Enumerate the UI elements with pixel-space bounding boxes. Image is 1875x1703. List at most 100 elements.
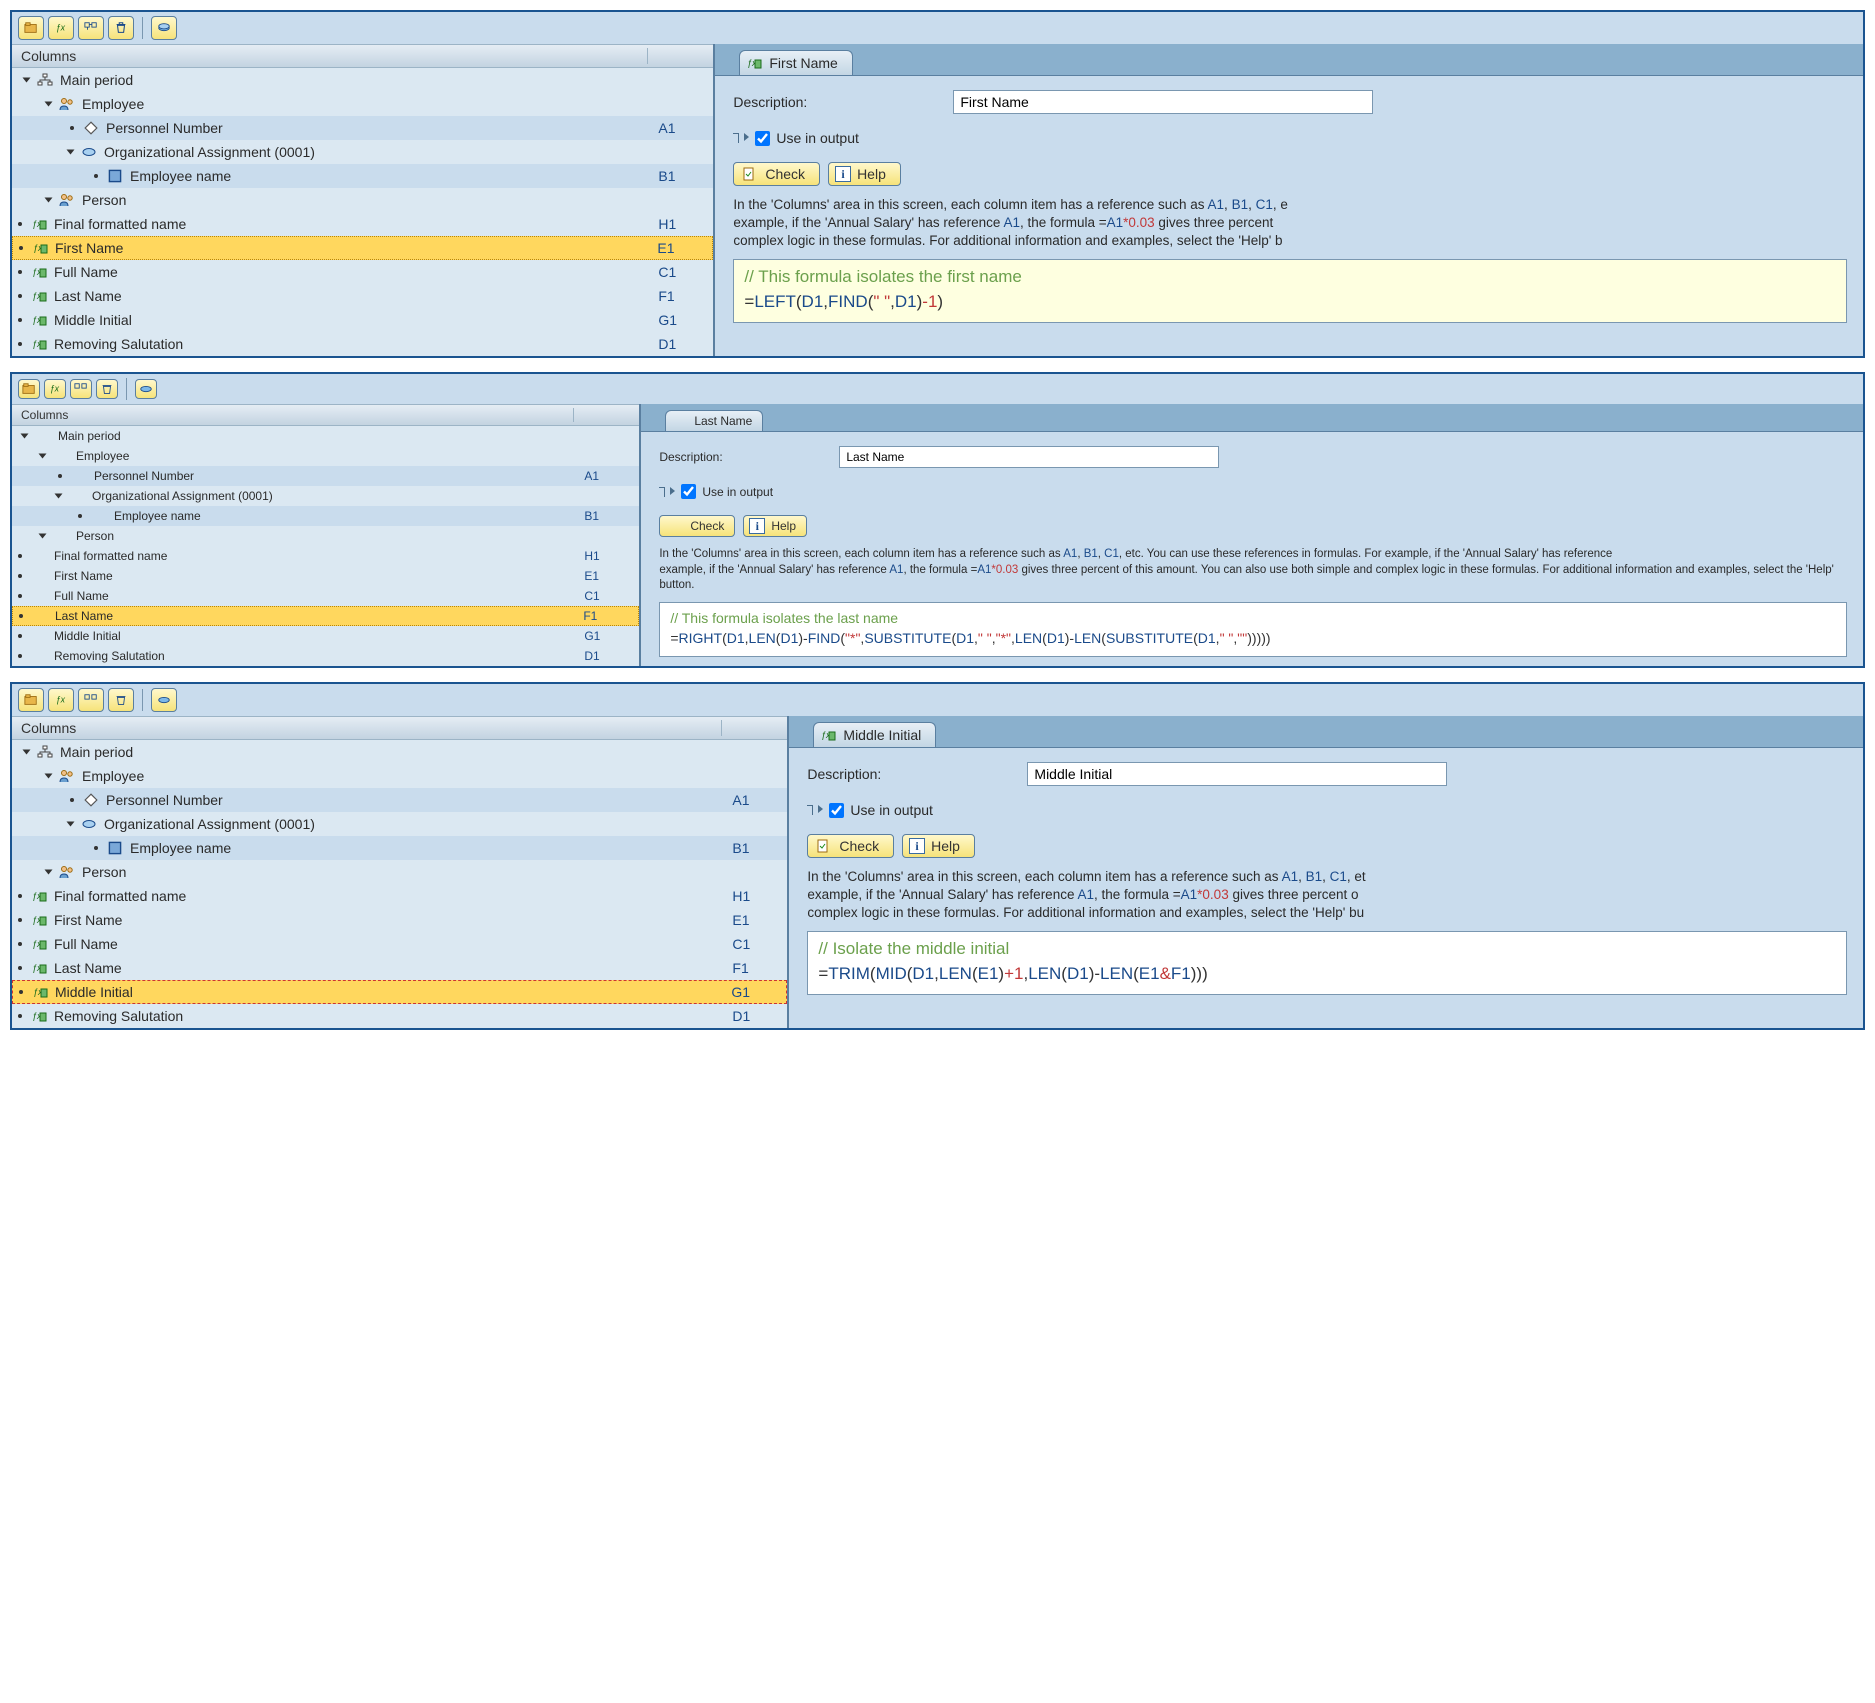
toolbar-separator — [142, 17, 143, 39]
check-icon — [665, 519, 681, 533]
toolbar-separator — [142, 689, 143, 711]
tree-row-person[interactable]: Person — [12, 188, 713, 212]
tree-row-personnel-number[interactable]: Personnel NumberA1 — [12, 466, 639, 486]
info-text: In the 'Columns' area in this screen, ea… — [659, 547, 1847, 594]
use-in-output-checkbox[interactable] — [681, 484, 696, 499]
help-button[interactable]: iHelp — [743, 515, 807, 537]
tree-row-item[interactable]: ƒxFinal formatted nameH1 — [12, 884, 787, 908]
tree-row-person[interactable]: Person — [12, 860, 787, 884]
diamond-icon — [71, 469, 87, 483]
check-icon — [814, 839, 830, 853]
tree-row-main-period[interactable]: Main period — [12, 426, 639, 446]
info-icon: i — [909, 838, 925, 854]
toolbar-btn-delete[interactable] — [108, 688, 134, 712]
columns-header-label: Columns — [18, 48, 647, 64]
tab-middle-initial[interactable]: ƒxMiddle Initial — [813, 722, 936, 747]
tree-row-item[interactable]: ƒxFinal formatted nameH1 — [12, 212, 713, 236]
tree-row-item[interactable]: ƒxFull NameC1 — [12, 932, 787, 956]
columns-tree[interactable]: Main period Employee Personnel NumberA1 … — [12, 740, 787, 1028]
use-in-output-checkbox[interactable] — [829, 803, 844, 818]
check-button[interactable]: Check — [807, 834, 894, 858]
toolbar-btn-open[interactable] — [18, 688, 44, 712]
tree-row-org-assignment[interactable]: Organizational Assignment (0001) — [12, 486, 639, 506]
info-icon: i — [749, 518, 765, 534]
toolbar-btn-delete[interactable] — [96, 379, 118, 399]
toolbar-btn-selection[interactable] — [135, 379, 157, 399]
tree-row-item-selected[interactable]: ƒxMiddle InitialG1 — [12, 980, 787, 1004]
tree-row-item[interactable]: First NameE1 — [12, 566, 639, 586]
tab-last-name[interactable]: Last Name — [665, 410, 763, 431]
tree-row-item[interactable]: ƒxMiddle InitialG1 — [12, 308, 713, 332]
toolbar-btn-formula[interactable]: ƒx — [48, 16, 74, 40]
tree-row-item[interactable]: Final formatted nameH1 — [12, 546, 639, 566]
tree-row-personnel-number[interactable]: Personnel NumberA1 — [12, 788, 787, 812]
people-icon — [59, 97, 75, 111]
formula-icon — [31, 549, 47, 563]
check-button[interactable]: Check — [733, 162, 820, 186]
svg-text:ƒx: ƒx — [56, 23, 66, 33]
infotype-icon — [81, 145, 97, 159]
tree-row-item[interactable]: ƒxRemoving SalutationD1 — [12, 1004, 787, 1028]
formula-icon: ƒx — [820, 728, 836, 742]
columns-header: Columns — [12, 716, 787, 740]
toolbar-btn-layout[interactable] — [70, 379, 92, 399]
toolbar-btn-layout[interactable] — [78, 688, 104, 712]
toolbar-btn-delete[interactable] — [108, 16, 134, 40]
svg-text:ƒx: ƒx — [50, 384, 60, 394]
assign-icon — [659, 486, 675, 498]
formula-editor[interactable]: // Isolate the middle initial =TRIM(MID(… — [807, 931, 1847, 995]
tree-row-employee[interactable]: Employee — [12, 446, 639, 466]
tree-row-employee-name[interactable]: Employee nameB1 — [12, 836, 787, 860]
description-input[interactable] — [953, 90, 1373, 114]
tree-row-person[interactable]: Person — [12, 526, 639, 546]
columns-tree[interactable]: Main period Employee Personnel NumberA1 … — [12, 426, 639, 666]
help-button[interactable]: iHelp — [902, 834, 975, 858]
tree-row-item-selected[interactable]: Last NameF1 — [12, 606, 639, 626]
formula-icon: ƒx — [32, 241, 48, 255]
description-input[interactable] — [839, 446, 1219, 468]
tree-row-item[interactable]: ƒxRemoving SalutationD1 — [12, 332, 713, 356]
use-in-output-checkbox[interactable] — [755, 131, 770, 146]
tree-row-item[interactable]: ƒxFirst NameE1 — [12, 908, 787, 932]
tree-row-employee-name[interactable]: Employee nameB1 — [12, 506, 639, 526]
tree-row-org-assignment[interactable]: Organizational Assignment (0001) — [12, 812, 787, 836]
help-button[interactable]: iHelp — [828, 162, 901, 186]
tree-row-employee[interactable]: Employee — [12, 764, 787, 788]
tree-row-item[interactable]: Removing SalutationD1 — [12, 646, 639, 666]
hierarchy-icon — [37, 745, 53, 759]
tree-row-item-selected[interactable]: ƒxFirst NameE1 — [12, 236, 713, 260]
formula-editor[interactable]: // This formula isolates the first name … — [733, 259, 1847, 323]
formula-icon: ƒx — [31, 913, 47, 927]
toolbar-separator — [126, 378, 127, 400]
tree-row-item[interactable]: Middle InitialG1 — [12, 626, 639, 646]
toolbar-btn-open[interactable] — [18, 379, 40, 399]
toolbar-btn-formula[interactable]: ƒx — [44, 379, 66, 399]
check-button[interactable]: Check — [659, 515, 735, 537]
info-text: In the 'Columns' area in this screen, ea… — [733, 196, 1847, 251]
toolbar-btn-selection[interactable] — [151, 16, 177, 40]
panel-last-name: ƒx Columns Main period Employee Personne… — [10, 372, 1865, 668]
infotype-icon — [69, 489, 85, 503]
diamond-icon — [83, 121, 99, 135]
toolbar-btn-formula[interactable]: ƒx — [48, 688, 74, 712]
tree-row-item[interactable]: ƒxLast NameF1 — [12, 284, 713, 308]
toolbar-btn-selection[interactable] — [151, 688, 177, 712]
columns-tree[interactable]: Main period Employee Personnel NumberA1 … — [12, 68, 713, 356]
tree-row-main-period[interactable]: Main period — [12, 740, 787, 764]
tree-row-employee-name[interactable]: Employee nameB1 — [12, 164, 713, 188]
columns-tree-panel: Columns Main period Employee Personnel N… — [12, 44, 715, 356]
tree-row-personnel-number[interactable]: Personnel NumberA1 — [12, 116, 713, 140]
formula-icon — [31, 569, 47, 583]
field-icon — [107, 841, 123, 855]
tab-first-name[interactable]: ƒxFirst Name — [739, 50, 852, 75]
tree-row-item[interactable]: ƒxFull NameC1 — [12, 260, 713, 284]
tree-row-employee[interactable]: Employee — [12, 92, 713, 116]
formula-editor[interactable]: // This formula isolates the last name =… — [659, 602, 1847, 658]
tree-row-item[interactable]: Full NameC1 — [12, 586, 639, 606]
toolbar-btn-layout[interactable] — [78, 16, 104, 40]
tree-row-main-period[interactable]: Main period — [12, 68, 713, 92]
description-input[interactable] — [1027, 762, 1447, 786]
toolbar-btn-open[interactable] — [18, 16, 44, 40]
tree-row-item[interactable]: ƒxLast NameF1 — [12, 956, 787, 980]
tree-row-org-assignment[interactable]: Organizational Assignment (0001) — [12, 140, 713, 164]
